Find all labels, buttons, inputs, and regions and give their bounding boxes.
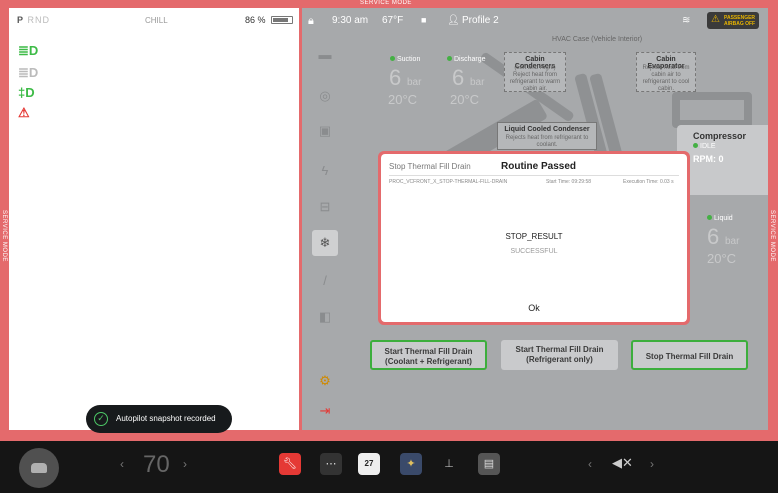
start-fill-drain-coolant-refrigerant-button[interactable]: Start Thermal Fill Drain (Coolant + Refr… (370, 340, 487, 370)
lightning-icon[interactable]: ϟ (312, 158, 338, 184)
outside-temp: 67°F (382, 15, 404, 26)
start-time: Start Time: 09:29:58 (546, 179, 592, 185)
cabin-evaporator-desc: Rejects heat from cabin air to refrigera… (642, 65, 690, 92)
compressor-title: Compressor (693, 131, 747, 141)
camera-icon[interactable]: ■ (421, 15, 426, 25)
seat-icon[interactable]: ▬ (312, 42, 338, 68)
passenger-airbag-indicator: ⚠ PASSENGER AIRBAG OFF (707, 12, 759, 29)
service-mode-label: SERVICE MODE (360, 0, 412, 6)
result-label: STOP_RESULT (505, 232, 563, 241)
status-row: P RND CHILL 86 % (9, 8, 299, 32)
steering-wheel-icon[interactable]: ◎ (312, 83, 338, 109)
top-bar: 🔒︎ 9:30 am 67°F ■ 👤︎ Profile 2 ≋ ⚠ PASSE… (302, 8, 768, 32)
cabin-condensers-box: Cabin Condensers (Left and Right) Reject… (504, 52, 566, 92)
discharge-value: 6 (452, 65, 465, 90)
gear-others: RND (27, 15, 51, 25)
dialog-heading: Routine Passed (501, 161, 577, 172)
joystick-icon[interactable]: ⊥ (438, 453, 460, 475)
service-wrench-icon[interactable]: 🔧︎ (279, 453, 301, 475)
instrument-panel: P RND CHILL 86 % ≣D ≣D ‡D ⚠ ✓ Autopilot … (9, 8, 299, 433)
discharge-label: Discharge (447, 56, 486, 63)
auto-beam-icon: ≣D (18, 65, 39, 80)
battery-module-icon[interactable]: ⊟ (312, 194, 338, 220)
cabin-temperature[interactable]: 70 (143, 451, 170, 479)
low-beam-icon: ≣D (18, 43, 39, 58)
volume-down-chevron-icon[interactable]: ‹ (588, 457, 592, 471)
drive-mode: CHILL (145, 16, 168, 25)
temp-down-chevron-icon[interactable]: ‹ (120, 457, 124, 471)
fog-light-icon: ‡D (18, 85, 35, 100)
routine-result-dialog: Stop Thermal Fill Drain Routine Passed P… (381, 154, 687, 322)
wifi-icon: ≋ (682, 15, 691, 26)
result-value: SUCCESSFUL (510, 248, 558, 255)
wrench-icon[interactable]: / (312, 268, 338, 294)
gear-selector: P RND (17, 15, 50, 25)
cabin-condensers-desc: (Left and Right) Reject heat from refrig… (509, 65, 561, 92)
suction-label: Suction (390, 56, 420, 63)
compressor-card: Compressor IDLE RPM: 0 (677, 125, 768, 195)
volume-up-chevron-icon[interactable]: › (650, 457, 654, 471)
snapshot-toast[interactable]: ✓ Autopilot snapshot recorded (86, 405, 232, 433)
suction-unit: bar (407, 77, 422, 88)
gear-selected: P (17, 15, 25, 25)
liquid-cooled-condenser-desc: Rejects heat from refrigerant to coolant… (505, 135, 589, 148)
compressor-rpm: RPM: 0 (693, 154, 724, 164)
cabin-evaporator-box: Cabin Evaporator Rejects heat from cabin… (636, 52, 696, 92)
procedure-id: PROC_VCFRONT_X_STOP-THERMAL-FILL-DRAIN (389, 179, 508, 185)
battery-percent: 86 % (245, 15, 266, 25)
liquid-label: Liquid (707, 215, 733, 222)
seatbelt-icon: ⚠ (18, 105, 30, 120)
car-icon (31, 463, 47, 473)
divider (389, 175, 679, 176)
toybox-icon[interactable]: ▤ (478, 453, 500, 475)
procedure-label: Stop Thermal Fill Drain (389, 162, 471, 171)
liquid-cooled-condenser-box: Liquid Cooled Condenser Rejects heat fro… (497, 122, 597, 150)
liquid-value: 6 (707, 224, 720, 249)
battery-fill (273, 18, 289, 22)
hvac-case-label: HVAC Case (Vehicle Interior) (552, 36, 643, 43)
door-icon[interactable]: ◧ (312, 304, 338, 330)
profile-icon[interactable]: 👤︎ (447, 15, 460, 26)
taskbar: ‹ 70 › 🔧︎ ⋯ 27 ✦ ⊥ ▤ ‹ ◀✕ › (0, 441, 778, 493)
refrigerant-pipe (672, 92, 752, 128)
hvac-snowflake-icon[interactable]: ❄ (312, 230, 338, 256)
calendar-icon[interactable]: 27 (358, 453, 380, 475)
execution-time: Execution Time: 0.03 s (623, 179, 674, 185)
liquid-temp: 20°C (707, 251, 737, 266)
temp-up-chevron-icon[interactable]: › (183, 457, 187, 471)
battery-icon (271, 16, 293, 24)
lock-icon[interactable]: 🔒︎ (308, 15, 314, 28)
suction-value: 6 (389, 65, 402, 90)
liquid-unit: bar (725, 236, 740, 247)
ok-button[interactable]: Ok (504, 299, 564, 317)
arcade-icon[interactable]: ✦ (400, 453, 422, 475)
gear-alert-icon[interactable]: ⚙ (312, 368, 338, 394)
chip-icon[interactable]: ▣ (312, 118, 338, 144)
airbag-icon: ⚠ (711, 14, 720, 25)
discharge-temp: 20°C (450, 92, 480, 107)
check-circle-icon: ✓ (94, 412, 108, 426)
compressor-status: IDLE (693, 143, 716, 150)
airbag-text: PASSENGER AIRBAG OFF (724, 15, 756, 27)
service-mode-side-label-left: SERVICE MODE (1, 210, 7, 262)
start-fill-drain-refrigerant-only-button[interactable]: Start Thermal Fill Drain (Refrigerant on… (501, 340, 618, 370)
discharge-unit: bar (470, 77, 485, 88)
tesla-screen: SERVICE MODE SERVICE MODE SERVICE MODE P… (0, 0, 778, 493)
suction-temp: 20°C (388, 92, 418, 107)
service-mode-side-label-right: SERVICE MODE (769, 210, 775, 262)
toast-text: Autopilot snapshot recorded (116, 414, 216, 423)
profile-name[interactable]: Profile 2 (462, 15, 499, 26)
stop-fill-drain-button[interactable]: Stop Thermal Fill Drain (631, 340, 748, 370)
mute-speaker-icon[interactable]: ◀✕ (612, 455, 633, 471)
exit-icon[interactable]: ⇥ (312, 398, 338, 424)
car-button[interactable] (19, 448, 59, 488)
liquid-cooled-condenser-title: Liquid Cooled Condenser (504, 126, 590, 133)
clock: 9:30 am (332, 15, 369, 26)
more-apps-icon[interactable]: ⋯ (320, 453, 342, 475)
